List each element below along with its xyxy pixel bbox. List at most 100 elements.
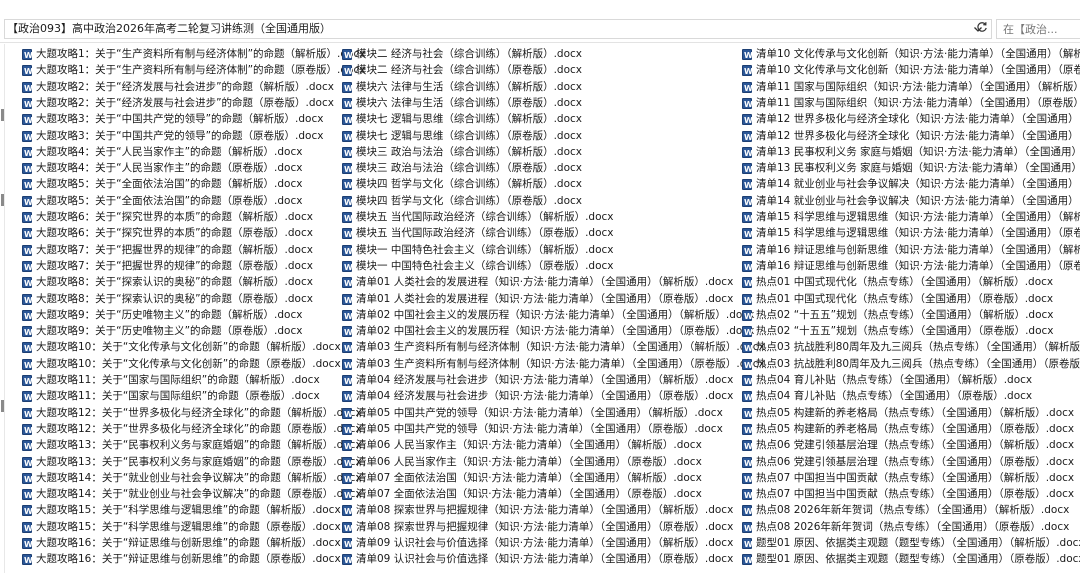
word-document-icon bbox=[342, 423, 353, 439]
file-name: 大题攻略11：关于“国家与国际组织”的命题（解析版）.docx bbox=[36, 374, 320, 386]
search-input[interactable]: 在【政治... bbox=[996, 19, 1080, 39]
word-document-icon bbox=[22, 293, 33, 309]
word-document-icon bbox=[22, 178, 33, 194]
word-document-icon bbox=[342, 276, 353, 292]
word-document-icon bbox=[742, 97, 753, 113]
word-document-icon bbox=[742, 553, 753, 569]
file-name: 大题攻略7：关于“把握世界的规律”的命题（解析版）.docx bbox=[36, 244, 313, 256]
word-document-icon bbox=[22, 521, 33, 537]
file-name: 模块六 法律与生活（综合训练）（原卷版）.docx bbox=[356, 97, 583, 109]
word-document-icon bbox=[742, 439, 753, 455]
word-document-icon bbox=[22, 325, 33, 341]
word-document-icon bbox=[342, 456, 353, 472]
word-document-icon bbox=[342, 195, 353, 211]
word-document-icon bbox=[742, 488, 753, 504]
file-name: 清单16 辩证思维与创新思维（知识·方法·能力清单）（全国通用）（解析版）.do… bbox=[756, 244, 1080, 256]
word-document-icon bbox=[742, 374, 753, 390]
file-name: 大题攻略5：关于“全面依法治国”的命题（原卷版）.docx bbox=[36, 195, 303, 207]
file-name: 清单14 就业创业与社会争议解决（知识·方法·能力清单）（全国通用）（原卷版）.… bbox=[756, 195, 1080, 207]
file-name: 清单08 探索世界与把握规律（知识·方法·能力清单）（全国通用）（解析版）.do… bbox=[356, 504, 734, 516]
file-name: 大题攻略6：关于“探究世界的本质”的命题（解析版）.docx bbox=[36, 211, 313, 223]
file-name: 大题攻略13：关于“民事权利义务与家庭婚姻”的命题（原卷版）.docx bbox=[36, 456, 362, 468]
file-name: 清单10 文化传承与文化创新（知识·方法·能力清单）（全国通用）（解析版）.do… bbox=[756, 48, 1080, 60]
word-document-icon bbox=[342, 162, 353, 178]
word-document-icon bbox=[22, 130, 33, 146]
file-name: 清单11 国家与国际组织（知识·方法·能力清单）（全国通用）（解析版）.docx bbox=[756, 81, 1080, 93]
word-document-icon bbox=[22, 374, 33, 390]
word-document-icon bbox=[342, 309, 353, 325]
file-name: 大题攻略9：关于“历史唯物主义”的命题（原卷版）.docx bbox=[36, 325, 303, 337]
word-document-icon bbox=[742, 358, 753, 374]
file-name: 清单01 人类社会的发展进程（知识·方法·能力清单）（全国通用）（解析版）.do… bbox=[356, 276, 734, 288]
file-name: 大题攻略2：关于“经济发展与社会进步”的命题（解析版）.docx bbox=[36, 81, 334, 93]
file-name: 大题攻略4：关于“人民当家作主”的命题（解析版）.docx bbox=[36, 146, 303, 158]
file-name: 热点06 党建引领基层治理（热点专练）（全国通用）（解析版）.docx bbox=[756, 439, 1075, 451]
file-name: 大题攻略1：关于“生产资料所有制与经济体制”的命题（解析版）.docx bbox=[36, 48, 366, 60]
file-name: 热点05 构建新的养老格局（热点专练）（全国通用）（原卷版）.docx bbox=[756, 423, 1075, 435]
file-name: 大题攻略12：关于“世界多极化与经济全球化”的命题（原卷版）.docx bbox=[36, 423, 362, 435]
word-document-icon bbox=[742, 227, 753, 243]
file-name: 大题攻略15：关于“科学思维与逻辑思维”的命题（解析版）.docx bbox=[36, 504, 341, 516]
file-name: 大题攻略4：关于“人民当家作主”的命题（原卷版）.docx bbox=[36, 162, 303, 174]
word-document-icon bbox=[22, 390, 33, 406]
word-document-icon bbox=[342, 97, 353, 113]
word-document-icon bbox=[22, 162, 33, 178]
file-name: 大题攻略14：关于“就业创业与社会争议解决”的命题（解析版）.docx bbox=[36, 472, 362, 484]
word-document-icon bbox=[22, 309, 33, 325]
file-name: 模块五 当代国际政治经济（综合训练）（解析版）.docx bbox=[356, 211, 614, 223]
file-name: 模块三 政治与法治（综合训练）（解析版）.docx bbox=[356, 146, 583, 158]
word-document-icon bbox=[342, 113, 353, 129]
file-name: 大题攻略11：关于“国家与国际组织”的命题（原卷版）.docx bbox=[36, 390, 320, 402]
file-name: 清单04 经济发展与社会进步（知识·方法·能力清单）（全国通用）（原卷版）.do… bbox=[356, 390, 734, 402]
file-name: 模块七 逻辑与思维（综合训练）（解析版）.docx bbox=[356, 113, 583, 125]
word-document-icon bbox=[22, 341, 33, 357]
word-document-icon bbox=[22, 146, 33, 162]
file-name: 清单05 中国共产党的领导（知识·方法·能力清单）（全国通用）（原卷版）.doc… bbox=[356, 423, 723, 435]
file-name: 热点02 “十五五”规划（热点专练）（全国通用）（原卷版）.docx bbox=[756, 325, 1054, 337]
file-name: 清单10 文化传承与文化创新（知识·方法·能力清单）（全国通用）（原卷版）.do… bbox=[756, 64, 1080, 76]
file-name: 热点02 “十五五”规划（热点专练）（全国通用）（解析版）.docx bbox=[756, 309, 1054, 321]
file-name: 模块三 政治与法治（综合训练）（原卷版）.docx bbox=[356, 162, 583, 174]
file-name: 模块四 哲学与文化（综合训练）（解析版）.docx bbox=[356, 178, 583, 190]
word-document-icon bbox=[22, 276, 33, 292]
word-document-icon bbox=[742, 504, 753, 520]
file-name: 模块六 法律与生活（综合训练）（解析版）.docx bbox=[356, 81, 583, 93]
file-name: 清单09 认识社会与价值选择（知识·方法·能力清单）（全国通用）（解析版）.do… bbox=[356, 537, 734, 549]
file-name: 大题攻略3：关于“中国共产党的领导”的命题（解析版）.docx bbox=[36, 113, 324, 125]
file-name: 清单06 人民当家作主（知识·方法·能力清单）（全国通用）（原卷版）.docx bbox=[356, 456, 702, 468]
file-name: 热点06 党建引领基层治理（热点专练）（全国通用）（原卷版）.docx bbox=[756, 456, 1075, 468]
word-document-icon bbox=[742, 64, 753, 80]
word-document-icon bbox=[742, 130, 753, 146]
file-list: 大题攻略1：关于“生产资料所有制与经济体制”的命题（解析版）.docx 大题攻略1… bbox=[0, 46, 1080, 573]
word-document-icon bbox=[742, 244, 753, 260]
file-name: 大题攻略7：关于“把握世界的规律”的命题（原卷版）.docx bbox=[36, 260, 313, 272]
file-name: 热点04 育儿补贴（热点专练）（全国通用）（解析版）.docx bbox=[756, 374, 1033, 386]
word-document-icon bbox=[342, 407, 353, 423]
path-field[interactable]: 【政治093】高中政治2026年高考二轮复习讲练测（全国通用版） bbox=[4, 19, 992, 39]
file-name: 清单02 中国社会主义的发展历程（知识·方法·能力清单）（全国通用）（原卷版）.… bbox=[356, 325, 755, 337]
word-document-icon bbox=[22, 537, 33, 553]
word-document-icon bbox=[742, 521, 753, 537]
word-document-icon bbox=[342, 64, 353, 80]
file-name: 模块四 哲学与文化（综合训练）（原卷版）.docx bbox=[356, 195, 583, 207]
word-document-icon bbox=[742, 211, 753, 227]
file-name: 清单03 生产资料所有制与经济体制（知识·方法·能力清单）（全国通用）（解析版）… bbox=[356, 341, 765, 353]
word-document-icon bbox=[342, 81, 353, 97]
word-document-icon bbox=[22, 97, 33, 113]
word-document-icon bbox=[742, 162, 753, 178]
file-name: 大题攻略8：关于“探索认识的奥秘”的命题（解析版）.docx bbox=[36, 276, 313, 288]
word-document-icon bbox=[342, 521, 353, 537]
search-placeholder: 在【政治... bbox=[1003, 23, 1058, 36]
file-name: 模块二 经济与社会（综合训练）（原卷版）.docx bbox=[356, 64, 583, 76]
refresh-icon[interactable] bbox=[976, 21, 988, 33]
word-document-icon bbox=[742, 81, 753, 97]
file-name: 热点03 抗战胜利80周年及九三阅兵（热点专练）（全国通用）（原卷版）.docx bbox=[756, 358, 1080, 370]
word-document-icon bbox=[342, 325, 353, 341]
file-name: 清单11 国家与国际组织（知识·方法·能力清单）（全国通用）（原卷版）.docx bbox=[756, 97, 1080, 109]
word-document-icon bbox=[342, 178, 353, 194]
word-document-icon bbox=[342, 130, 353, 146]
file-name: 大题攻略8：关于“探索认识的奥秘”的命题（原卷版）.docx bbox=[36, 293, 313, 305]
word-document-icon bbox=[22, 553, 33, 569]
file-name: 热点08 2026年新年贺词（热点专练）（全国通用）（解析版）.docx bbox=[756, 504, 1070, 516]
file-name: 清单06 人民当家作主（知识·方法·能力清单）（全国通用）（解析版）.docx bbox=[356, 439, 702, 451]
